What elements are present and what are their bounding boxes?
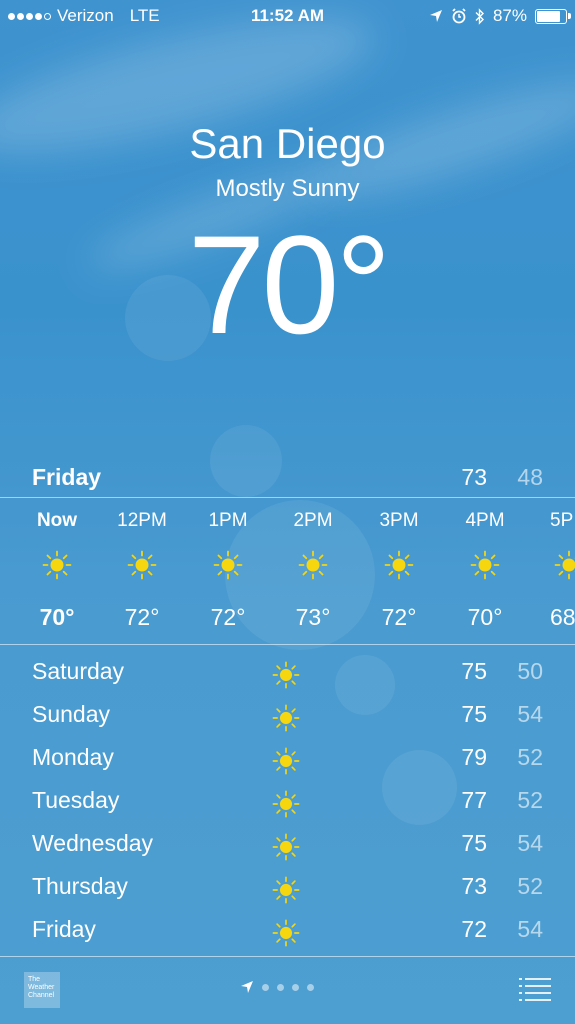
sun-icon — [384, 550, 414, 580]
hour-temp: 73° — [295, 604, 331, 630]
hour-label: 4PM — [465, 510, 505, 531]
divider-top — [0, 497, 575, 498]
day-name: Saturday — [32, 658, 125, 684]
page-dot — [262, 983, 269, 991]
sun-icon — [127, 550, 157, 580]
day-high: 72 — [461, 916, 487, 942]
hour-label: 12PM — [117, 510, 167, 531]
hour-temp: 70° — [39, 604, 75, 630]
list-item: Monday 79 52 — [32, 736, 543, 779]
sun-icon — [272, 876, 300, 904]
sun-icon — [213, 550, 243, 580]
list-item: Sunday 75 54 — [32, 693, 543, 736]
day-high: 75 — [461, 830, 487, 856]
sun-icon — [272, 747, 300, 775]
day-name: Sunday — [32, 701, 111, 727]
sun-icon — [272, 704, 300, 732]
day-low: 54 — [517, 916, 543, 942]
daily-forecast: Saturday 75 50 Sunday 75 54 Monday 79 52… — [32, 650, 543, 951]
day-name: Monday — [32, 744, 114, 770]
list-item: Tuesday 77 52 — [32, 779, 543, 822]
sun-icon — [554, 550, 575, 580]
sun-icon — [272, 919, 300, 947]
alarm-icon — [452, 8, 466, 24]
sun-icon — [272, 661, 300, 689]
sun-icon — [272, 833, 300, 861]
current-temperature: 70° — [187, 206, 392, 363]
battery-icon — [535, 8, 571, 24]
hourly-forecast[interactable]: Now 70° 12PM 72° 1PM 72° 2PM 73° 3PM 72°… — [0, 500, 575, 642]
hour-label: 3PM — [379, 510, 419, 531]
day-high: 79 — [461, 744, 487, 770]
sun-icon — [470, 550, 500, 580]
day-low: 52 — [517, 873, 543, 899]
list-item: Saturday 75 50 — [32, 650, 543, 693]
hour-temp: 72° — [381, 604, 417, 630]
hour-label: 2PM — [293, 510, 333, 531]
footer-toolbar: The Weather Channel — [0, 958, 575, 1024]
location-arrow-icon — [241, 981, 253, 993]
day-name: Tuesday — [32, 787, 120, 813]
location-arrow-icon — [429, 10, 442, 22]
day-high: 75 — [461, 701, 487, 727]
list-item: Wednesday 75 54 — [32, 822, 543, 865]
hour-label: 5P — [550, 510, 574, 531]
weather-channel-logo[interactable]: The Weather Channel — [24, 972, 60, 1008]
day-low: 54 — [517, 701, 543, 727]
day-name: Thursday — [32, 873, 128, 899]
city-list-icon[interactable] — [519, 976, 551, 1002]
status-bar: Verizon LTE 11:52 AM 87% — [0, 0, 575, 32]
day-name: Wednesday — [32, 830, 154, 856]
bluetooth-icon — [475, 7, 484, 25]
day-name: Friday — [32, 916, 96, 942]
day-high: 77 — [461, 787, 487, 813]
page-dot — [307, 983, 314, 991]
today-day: Friday — [32, 464, 102, 490]
sun-icon — [272, 790, 300, 818]
day-low: 52 — [517, 744, 543, 770]
sun-icon — [42, 550, 72, 580]
hour-label: Now — [36, 510, 78, 531]
page-dot — [292, 983, 299, 991]
list-item: Friday 72 54 — [32, 908, 543, 951]
divider-bottom — [0, 956, 575, 957]
day-low: 52 — [517, 787, 543, 813]
today-low: 48 — [517, 464, 543, 490]
hour-label: 1PM — [208, 510, 248, 531]
day-low: 54 — [517, 830, 543, 856]
list-item: Thursday 73 52 — [32, 865, 543, 908]
hour-temp: 72° — [124, 604, 160, 630]
day-high: 73 — [461, 873, 487, 899]
battery-percent: 87% — [492, 6, 527, 25]
page-dot — [277, 983, 284, 991]
hour-temp: 72° — [210, 604, 246, 630]
day-low: 50 — [517, 658, 543, 684]
city-name: San Diego — [189, 120, 386, 167]
page-indicator[interactable] — [240, 980, 314, 994]
hour-temp: 68 — [550, 604, 575, 630]
weather-condition: Mostly Sunny — [215, 175, 360, 202]
day-high: 75 — [461, 658, 487, 684]
hour-temp: 70° — [467, 604, 503, 630]
sun-icon — [298, 550, 328, 580]
today-summary: Friday 73 48 — [32, 460, 543, 492]
divider-middle — [0, 644, 575, 645]
today-high: 73 — [461, 464, 487, 490]
